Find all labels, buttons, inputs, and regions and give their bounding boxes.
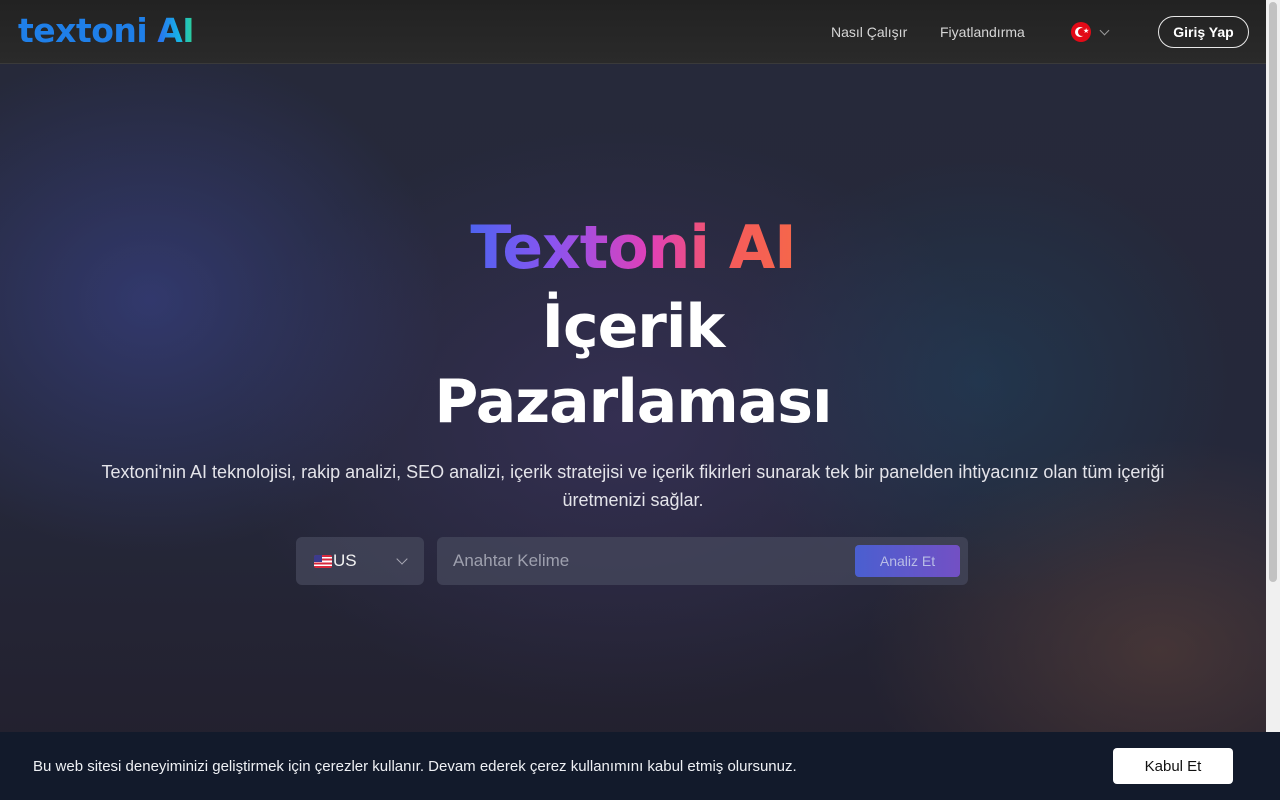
- country-label: US: [333, 551, 357, 570]
- nav-how-it-works[interactable]: Nasıl Çalışır: [831, 22, 907, 42]
- hero-title-brand-text: Textoni AI: [470, 213, 796, 283]
- turkey-flag-icon: ★: [1071, 22, 1091, 42]
- chevron-down-icon: [1099, 25, 1110, 35]
- us-flag-icon: [314, 554, 332, 568]
- textoni-logo[interactable]: textoni AI: [18, 10, 195, 52]
- keyword-input[interactable]: [453, 549, 843, 573]
- scrollbar-thumb[interactable]: [1269, 2, 1277, 582]
- nav-pricing[interactable]: Fiyatlandırma: [940, 22, 1025, 42]
- cookie-banner: Bu web sitesi deneyiminizi geliştirmek i…: [0, 732, 1280, 800]
- cookie-message: Bu web sitesi deneyiminizi geliştirmek i…: [33, 758, 797, 775]
- hero-title-line3: Pazarlaması: [434, 367, 832, 437]
- login-button[interactable]: Giriş Yap: [1158, 16, 1249, 48]
- hero-title-brand: Textoni AI: [0, 218, 1266, 278]
- country-select[interactable]: US: [296, 537, 424, 585]
- hero-subtitle: Textoni'nin AI teknolojisi, rakip analiz…: [101, 462, 1165, 510]
- logo-text: textoni: [18, 11, 148, 50]
- logo-ai: AI: [157, 11, 195, 50]
- analyze-button[interactable]: Analiz Et: [855, 545, 960, 577]
- accept-cookies-button[interactable]: Kabul Et: [1113, 748, 1233, 784]
- keyword-search-box: Analiz Et: [437, 537, 968, 585]
- top-navbar: textoni AI Nasıl Çalışır Fiyatlandırma ★…: [0, 0, 1266, 64]
- chevron-down-icon: [396, 553, 408, 565]
- page-scrollbar[interactable]: [1266, 0, 1280, 732]
- hero-title-line2: İçerik: [541, 292, 726, 362]
- language-selector[interactable]: ★: [1070, 21, 1120, 43]
